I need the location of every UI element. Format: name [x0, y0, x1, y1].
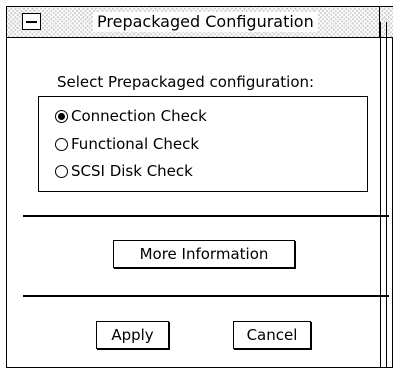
cancel-button[interactable]: Cancel: [233, 321, 311, 349]
title-bar[interactable]: Prepackaged Configuration: [7, 7, 393, 38]
option-connection-check[interactable]: Connection Check: [55, 106, 207, 126]
radio-selected-icon[interactable]: [55, 109, 68, 123]
option-functional-check[interactable]: Functional Check: [55, 134, 199, 154]
radio-unselected-icon[interactable]: [55, 137, 68, 151]
window-frame-line: [380, 22, 381, 367]
prompt-label: Select Prepackaged configuration:: [57, 73, 315, 91]
divider: [23, 295, 389, 297]
prepackaged-config-window: Prepackaged Configuration Select Prepack…: [6, 6, 393, 368]
apply-button[interactable]: Apply: [96, 321, 169, 349]
option-scsi-disk-check[interactable]: SCSI Disk Check: [55, 161, 193, 181]
divider: [23, 215, 389, 217]
option-label: Connection Check: [71, 107, 207, 125]
option-label: Functional Check: [71, 135, 200, 153]
configuration-options-group: Connection Check Functional Check SCSI D…: [38, 96, 368, 192]
window-title: Prepackaged Configuration: [93, 12, 318, 32]
radio-unselected-icon[interactable]: [55, 164, 68, 178]
window-menu-icon[interactable]: [22, 13, 41, 30]
more-information-button[interactable]: More Information: [113, 240, 295, 268]
window-frame-line: [386, 22, 387, 367]
option-label: SCSI Disk Check: [71, 162, 193, 180]
